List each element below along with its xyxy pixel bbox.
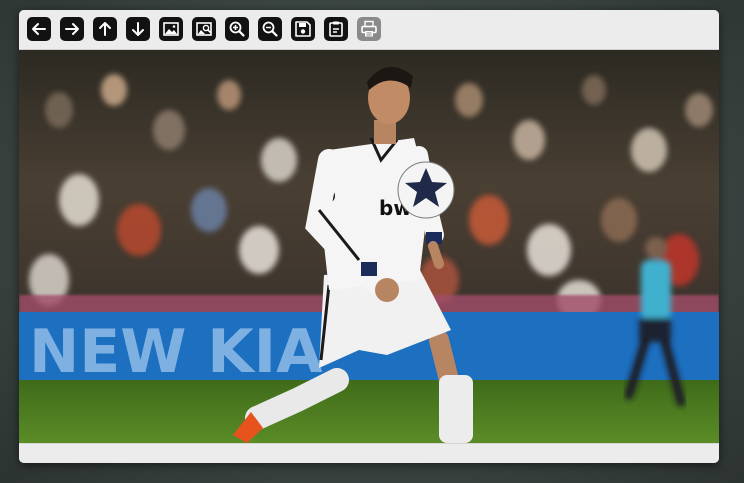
football bbox=[397, 161, 455, 219]
previous-button[interactable] bbox=[27, 17, 51, 41]
arrow-left-icon bbox=[32, 23, 46, 35]
zoom-in-button[interactable] bbox=[225, 17, 249, 41]
clipboard-button[interactable] bbox=[324, 17, 348, 41]
toolbar bbox=[19, 10, 719, 50]
displayed-photo: NEW KIA bw bbox=[19, 50, 719, 443]
arrow-down-icon bbox=[132, 22, 144, 36]
image-zoom-icon bbox=[196, 22, 212, 36]
save-icon bbox=[295, 21, 311, 37]
image-icon bbox=[163, 22, 179, 36]
actual-size-button[interactable] bbox=[192, 17, 216, 41]
zoom-out-button[interactable] bbox=[258, 17, 282, 41]
next-button[interactable] bbox=[60, 17, 84, 41]
status-bar bbox=[19, 443, 719, 463]
rotate-down-button[interactable] bbox=[126, 17, 150, 41]
fit-image-button[interactable] bbox=[159, 17, 183, 41]
rotate-up-button[interactable] bbox=[93, 17, 117, 41]
clipboard-icon bbox=[329, 21, 343, 37]
print-button[interactable] bbox=[357, 17, 381, 41]
zoom-in-icon bbox=[229, 21, 245, 37]
save-button[interactable] bbox=[291, 17, 315, 41]
zoom-out-icon bbox=[262, 21, 278, 37]
banner-text: NEW KIA bbox=[29, 317, 323, 387]
image-viewer-window: NEW KIA bw bbox=[19, 10, 719, 463]
football-player-image: NEW KIA bw bbox=[19, 50, 719, 443]
arrow-right-icon bbox=[65, 23, 79, 35]
arrow-up-icon bbox=[99, 22, 111, 36]
print-icon bbox=[361, 20, 377, 37]
